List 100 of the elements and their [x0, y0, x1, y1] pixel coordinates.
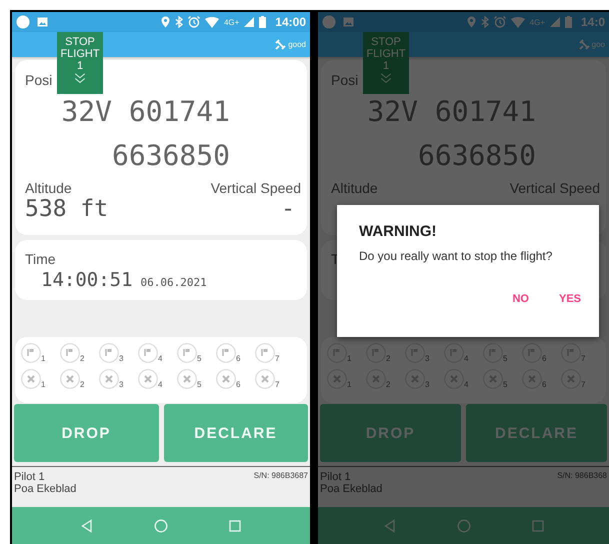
location-icon — [160, 16, 170, 28]
flag-marker-icon[interactable] — [327, 343, 347, 363]
flag-marker-icon[interactable] — [483, 343, 503, 363]
back-icon[interactable] — [382, 518, 396, 532]
flag-marker-icon[interactable] — [60, 343, 80, 363]
marker-number: 6 — [542, 380, 546, 389]
coordinate-easting: 32V 601741 — [61, 94, 230, 130]
marker-number: 2 — [386, 380, 390, 389]
signal-icon — [244, 17, 254, 27]
dialog-title: WARNING! — [359, 223, 438, 240]
marker-number: 7 — [581, 354, 586, 363]
cross-marker-icon[interactable] — [561, 369, 581, 389]
dialog-button[interactable]: NO — [504, 289, 537, 309]
serial-number: S/N: 986B368 — [557, 471, 607, 482]
home-icon[interactable] — [456, 518, 470, 532]
vertical-speed-value: - — [281, 196, 295, 222]
gps-status: goo — [592, 40, 605, 49]
gps-status: good — [288, 40, 306, 49]
location-icon — [466, 16, 476, 28]
circle-icon — [322, 15, 336, 29]
pilot-name: Poa Ekeblad — [14, 483, 76, 495]
alarm-icon — [494, 16, 506, 28]
vertical-speed-label: Vertical Speed — [210, 180, 301, 196]
marker-number: 6 — [236, 380, 240, 389]
image-icon — [37, 17, 48, 27]
circle-icon — [16, 15, 30, 29]
cross-marker-icon[interactable] — [405, 369, 425, 389]
position-label: Posi — [25, 72, 52, 88]
network-label: 4G+ — [530, 18, 545, 26]
marker-number: 4 — [464, 354, 468, 363]
marker-number: 3 — [119, 354, 124, 363]
marker-number: 4 — [464, 380, 468, 389]
cross-marker-icon[interactable] — [522, 369, 542, 389]
cross-marker-icon[interactable] — [255, 369, 275, 389]
date-value: 06.06.2021 — [140, 276, 207, 289]
marker-number: 4 — [158, 380, 162, 389]
cross-marker-icon[interactable] — [366, 369, 386, 389]
dialog-button[interactable]: YES — [550, 289, 589, 309]
cross-marker-icon[interactable] — [444, 369, 464, 389]
image-icon — [343, 17, 354, 27]
altitude-label: Altitude — [25, 180, 72, 196]
home-icon[interactable] — [154, 518, 168, 532]
chevron-down-icon — [379, 73, 393, 84]
recents-icon[interactable] — [228, 518, 242, 532]
flag-marker-icon[interactable] — [405, 343, 425, 363]
time-value: 14:00:51 — [41, 269, 133, 291]
marker-number: 4 — [158, 354, 162, 363]
flag-marker-icon[interactable] — [255, 343, 275, 363]
marker-number: 5 — [197, 380, 202, 389]
marker-number: 7 — [275, 354, 280, 363]
pilot-label: Pilot 1 — [320, 471, 352, 483]
back-icon[interactable] — [80, 518, 94, 532]
bluetooth-icon — [480, 16, 489, 28]
cross-marker-icon[interactable] — [483, 369, 503, 389]
marker-number: 2 — [80, 354, 84, 363]
recents-icon[interactable] — [530, 518, 544, 532]
cross-marker-icon[interactable] — [60, 369, 80, 389]
flag-marker-icon[interactable] — [366, 343, 386, 363]
marker-number: 1 — [347, 354, 352, 363]
wifi-icon — [204, 16, 219, 28]
marker-number: 7 — [275, 380, 280, 389]
action-button[interactable]: DROP — [14, 404, 158, 462]
cross-marker-icon[interactable] — [216, 369, 236, 389]
marker-number: 1 — [347, 380, 352, 389]
cross-marker-icon[interactable] — [327, 369, 347, 389]
action-button[interactable]: DECLARE — [164, 404, 308, 462]
chevron-down-icon — [73, 73, 87, 84]
position-label: Posi — [331, 72, 358, 88]
serial-number: S/N: 986B3687 — [254, 471, 308, 482]
flag-marker-icon[interactable] — [138, 343, 158, 363]
marker-number: 6 — [542, 354, 546, 363]
status-time: 14:00 — [275, 15, 306, 29]
flag-marker-icon[interactable] — [522, 343, 542, 363]
flag-marker-icon[interactable] — [21, 343, 41, 363]
flag-marker-icon[interactable] — [561, 343, 581, 363]
bluetooth-icon — [174, 16, 183, 28]
coordinate-easting: 32V 601741 — [367, 94, 536, 130]
marker-number: 3 — [425, 380, 430, 389]
marker-number: 3 — [119, 380, 124, 389]
time-label: Time — [25, 251, 56, 267]
signal-icon — [550, 17, 560, 27]
stop-flight-button[interactable]: STOP FLIGHT 1 — [57, 32, 103, 94]
flag-marker-icon[interactable] — [444, 343, 464, 363]
status-time: 14:0 — [580, 15, 605, 29]
marker-number: 1 — [41, 380, 46, 389]
flag-marker-icon[interactable] — [99, 343, 119, 363]
stop-flight-button[interactable]: STOP FLIGHT 1 — [363, 32, 409, 94]
cross-marker-icon[interactable] — [21, 369, 41, 389]
pilot-name: Poa Ekeblad — [320, 483, 382, 495]
flag-marker-icon[interactable] — [177, 343, 197, 363]
battery-icon — [564, 16, 572, 28]
altitude-value: 538 ft — [25, 196, 108, 222]
marker-number: 2 — [386, 354, 390, 363]
flag-marker-icon[interactable] — [216, 343, 236, 363]
cross-marker-icon[interactable] — [99, 369, 119, 389]
cross-marker-icon[interactable] — [177, 369, 197, 389]
marker-number: 5 — [503, 354, 508, 363]
cross-marker-icon[interactable] — [138, 369, 158, 389]
marker-number: 7 — [581, 380, 586, 389]
coordinate-northing: 6636850 — [112, 138, 230, 174]
